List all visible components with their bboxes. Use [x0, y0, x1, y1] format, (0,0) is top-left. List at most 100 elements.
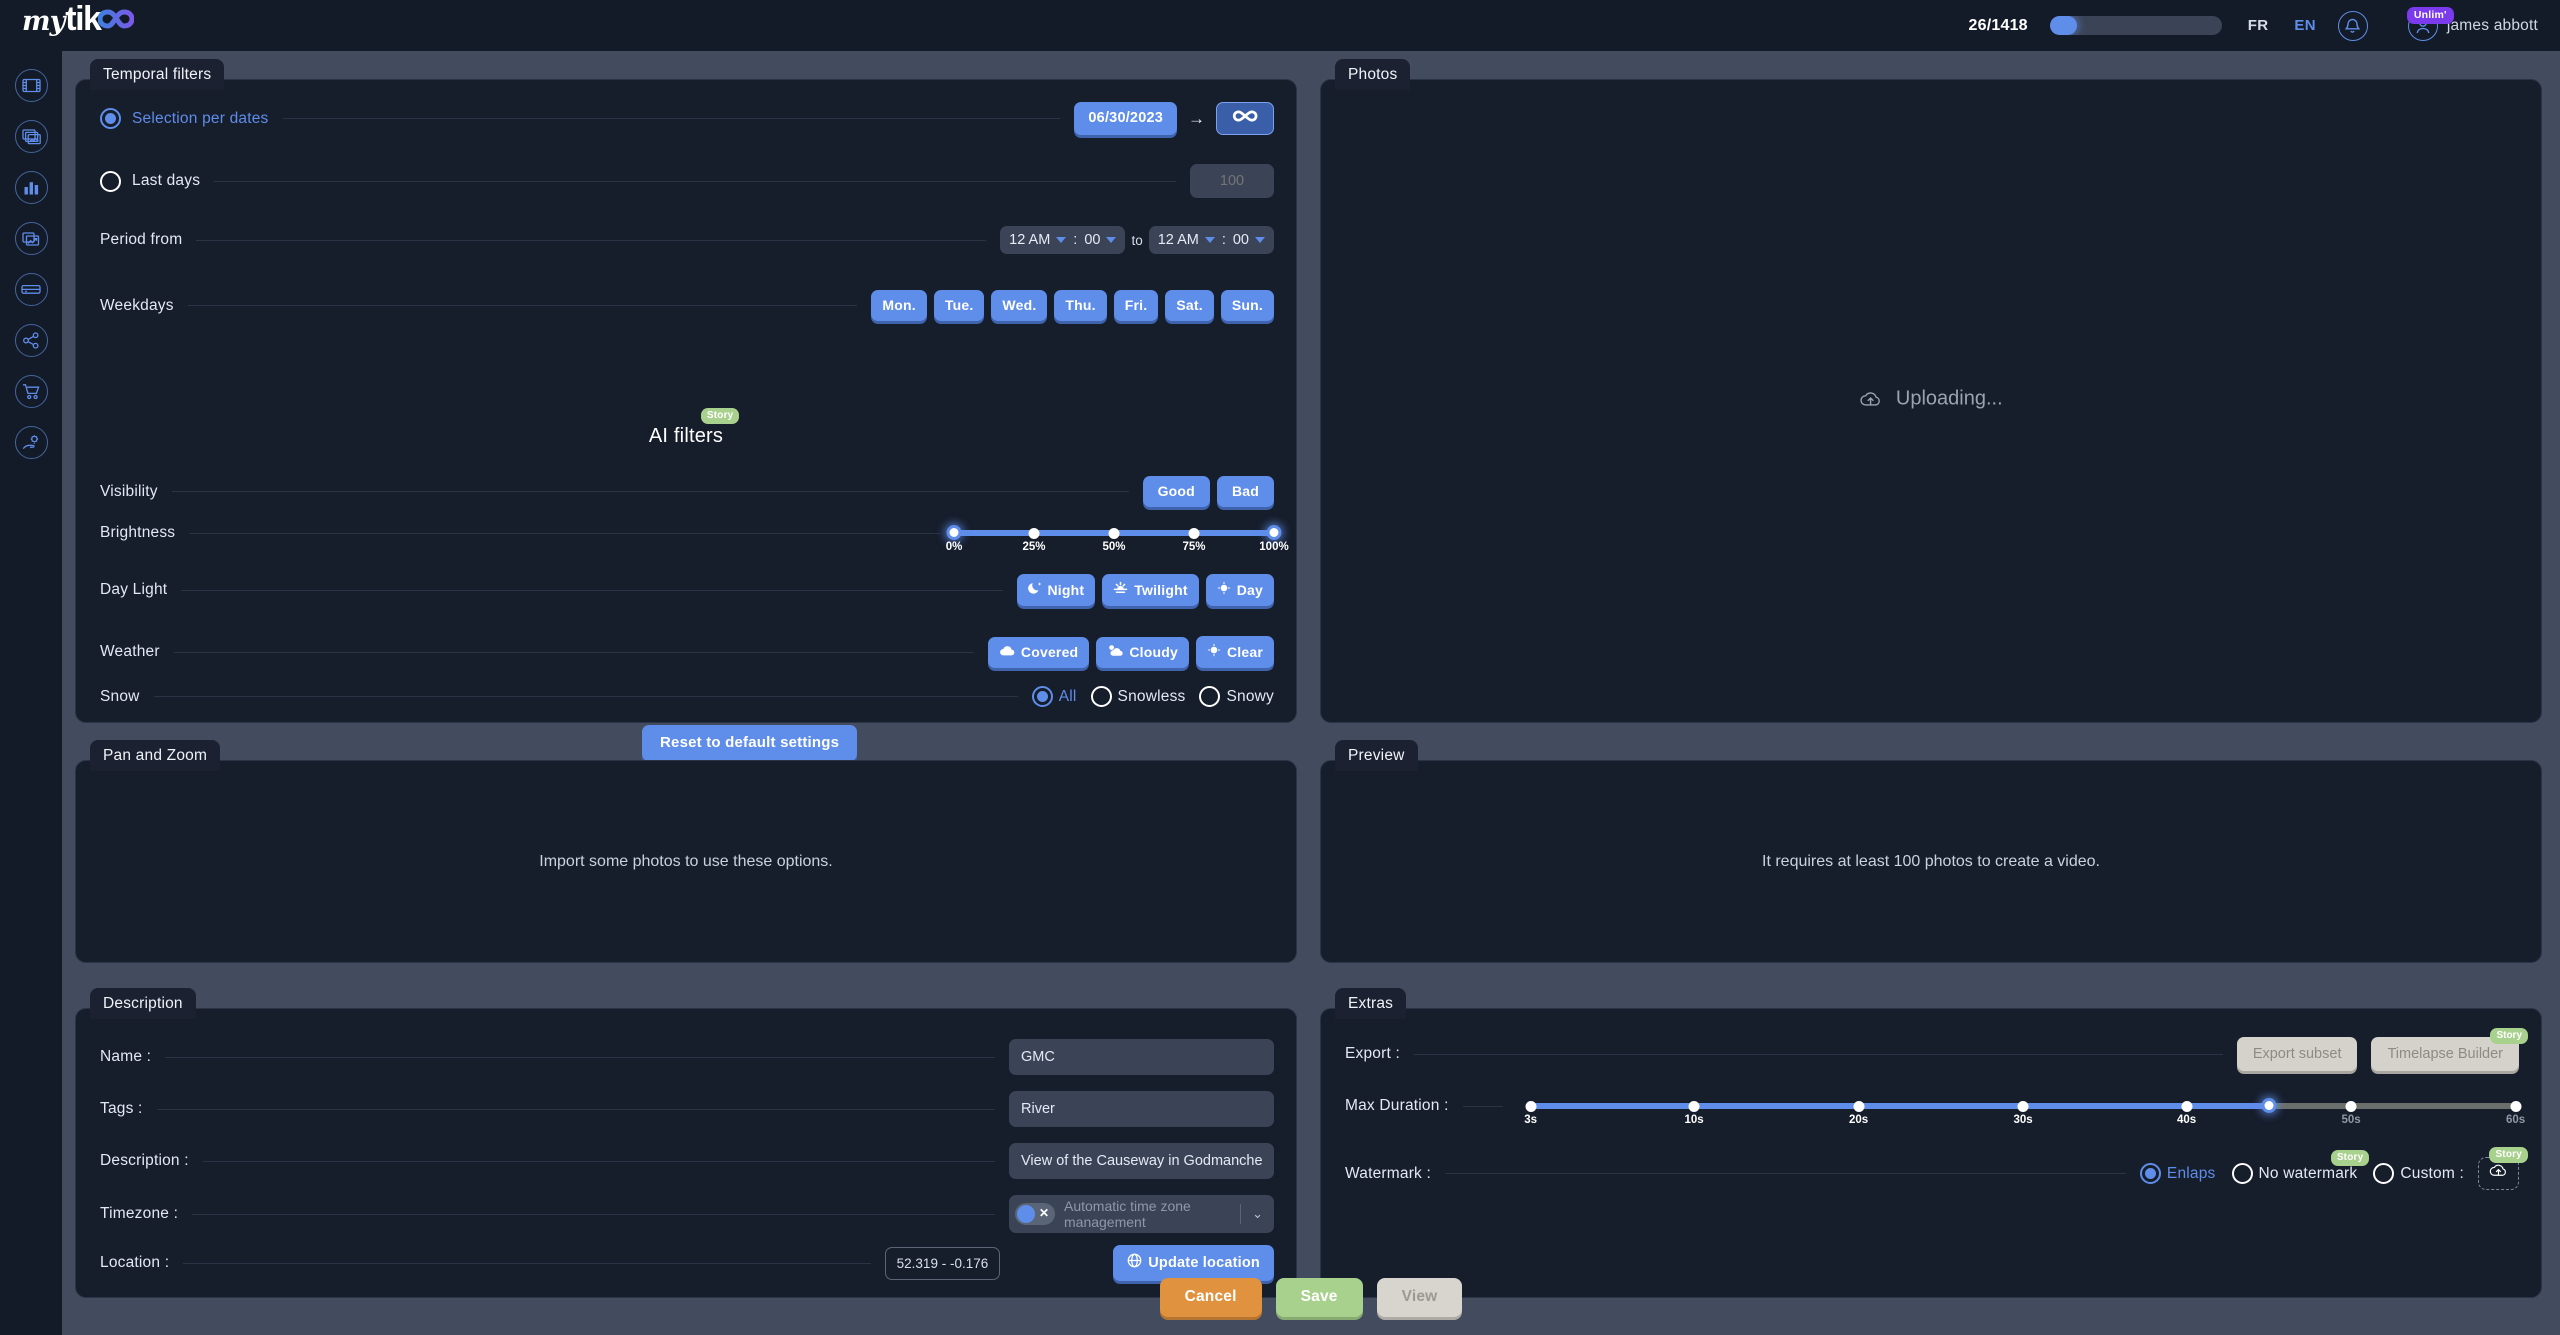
- notification-bell-icon[interactable]: [2337, 10, 2368, 41]
- watermark-radio-custom[interactable]: [2373, 1163, 2395, 1184]
- max-duration-tick-dot: [2017, 1100, 2029, 1112]
- brightness-handle-min[interactable]: [946, 525, 962, 540]
- app-logo[interactable]: my tik: [22, 0, 135, 51]
- date-end-infinity-button[interactable]: [1216, 102, 1274, 135]
- snow-row: Snow All Snowless Snowy: [100, 686, 1274, 707]
- brightness-slider[interactable]: 0% 25% 50% 75% 100%: [946, 525, 1289, 553]
- time-colon: :: [1073, 232, 1078, 248]
- name-input[interactable]: [1009, 1039, 1274, 1075]
- timezone-placeholder: Automatic time zone management: [1064, 1198, 1191, 1230]
- row-divider: [173, 651, 974, 653]
- max-duration-handle[interactable]: [2261, 1098, 2277, 1113]
- chevron-down-icon[interactable]: [1255, 237, 1265, 243]
- weather-row: Weather Covered Cloudy Clear: [100, 636, 1274, 668]
- sidebar-item-devices[interactable]: [14, 273, 48, 306]
- hand-gear-icon: [22, 434, 41, 451]
- sidebar-item-statistics[interactable]: [14, 171, 48, 204]
- bottom-action-bar: Cancel Save View: [62, 1278, 2560, 1317]
- weekday-button-mon[interactable]: Mon.: [871, 290, 927, 321]
- sidebar-item-services[interactable]: [14, 426, 48, 459]
- preview-message: It requires at least 100 photos to creat…: [1762, 852, 2100, 870]
- sidebar-item-timelapse[interactable]: [14, 69, 48, 102]
- sidebar-item-share[interactable]: [14, 324, 48, 357]
- timezone-auto-toggle[interactable]: ✕: [1015, 1203, 1055, 1225]
- watermark-upload-button[interactable]: Story: [2478, 1147, 2528, 1190]
- last-days-input[interactable]: [1190, 164, 1274, 198]
- chevron-down-icon[interactable]: [1056, 237, 1067, 243]
- weekday-button-thu[interactable]: Thu.: [1054, 290, 1107, 321]
- watermark-radio-enlaps[interactable]: [2139, 1163, 2161, 1184]
- description-field-label: Description :: [100, 1152, 189, 1169]
- cancel-button[interactable]: Cancel: [1159, 1278, 1262, 1317]
- period-end-time[interactable]: 12 AM : 00: [1148, 226, 1274, 254]
- weather-button-covered[interactable]: Covered: [987, 636, 1090, 668]
- date-start-button[interactable]: 06/30/2023: [1074, 102, 1177, 135]
- row-divider: [189, 532, 940, 534]
- max-duration-tick-label-60s: 60s: [2506, 1114, 2526, 1126]
- sidebar-item-reports[interactable]: [14, 222, 48, 255]
- timelapse-builder-button[interactable]: Timelapse Builder Story: [2371, 1028, 2528, 1071]
- lang-en-button[interactable]: EN: [2294, 17, 2315, 34]
- sidebar-item-albums[interactable]: [14, 120, 48, 153]
- location-coords[interactable]: 52.319 - -0.176: [884, 1246, 1001, 1280]
- max-duration-tick-dot: [1853, 1100, 1865, 1112]
- weekday-button-sat[interactable]: Sat.: [1165, 290, 1214, 321]
- max-duration-tick-label-40s: 40s: [2177, 1114, 2197, 1126]
- brightness-handle-max[interactable]: [1266, 525, 1282, 540]
- timezone-select[interactable]: ✕ Automatic time zone management ⌄: [1009, 1195, 1274, 1233]
- pan-and-zoom-message: Import some photos to use these options.: [539, 852, 833, 870]
- view-button[interactable]: View: [1376, 1278, 1463, 1317]
- max-duration-slider[interactable]: 3s 10s 20s 30s 40s 50s 60s: [1524, 1098, 2525, 1126]
- period-end-minute: 00: [1232, 232, 1249, 248]
- user-menu[interactable]: Unlim' james abbott: [2386, 6, 2538, 41]
- weather-button-clear[interactable]: Clear: [1195, 636, 1274, 668]
- brightness-tick-label-0: 0%: [945, 541, 963, 553]
- period-start-time[interactable]: 12 AM : 00: [1000, 226, 1126, 254]
- lang-fr-button[interactable]: FR: [2248, 17, 2269, 34]
- sidebar-item-store[interactable]: [14, 375, 48, 408]
- header-right-cluster: 26/1418 FR EN Unlim' james abbott: [1969, 0, 2538, 51]
- snow-radio-all[interactable]: [1031, 686, 1053, 707]
- weather-options: Covered Cloudy Clear: [987, 636, 1274, 668]
- max-duration-track-fill: [1530, 1103, 2270, 1109]
- location-controls: 52.319 - -0.176 Update location: [884, 1245, 1274, 1281]
- name-field-label: Name :: [100, 1048, 152, 1065]
- weekday-button-sun[interactable]: Sun.: [1220, 290, 1274, 321]
- snow-radio-snowless[interactable]: [1090, 686, 1112, 707]
- export-subset-button[interactable]: Export subset: [2236, 1037, 2358, 1071]
- chevron-down-icon[interactable]: [1106, 237, 1117, 243]
- day-light-label-night: Night: [1047, 581, 1085, 598]
- day-light-button-day[interactable]: Day: [1205, 574, 1274, 606]
- save-button[interactable]: Save: [1275, 1278, 1363, 1317]
- quota-progress-bar: [2049, 16, 2222, 35]
- update-location-button[interactable]: Update location: [1113, 1245, 1274, 1281]
- snow-options: All Snowless Snowy: [1031, 686, 1274, 707]
- weekday-button-fri[interactable]: Fri.: [1113, 290, 1159, 321]
- weather-label-clear: Clear: [1226, 643, 1263, 660]
- snow-radio-snowy[interactable]: [1199, 686, 1221, 707]
- day-light-button-twilight[interactable]: Twilight: [1102, 574, 1199, 606]
- selection-per-dates-radio[interactable]: [100, 108, 121, 129]
- visibility-button-bad[interactable]: Bad: [1216, 476, 1274, 507]
- watermark-radio-no-watermark[interactable]: [2231, 1163, 2253, 1184]
- chevron-down-icon[interactable]: ⌄: [1241, 1206, 1274, 1222]
- weather-button-cloudy[interactable]: Cloudy: [1096, 636, 1189, 668]
- day-light-button-night[interactable]: Night: [1016, 574, 1096, 606]
- weekday-button-wed[interactable]: Wed.: [991, 290, 1048, 321]
- brightness-tick-dot: [1188, 527, 1200, 539]
- reset-to-default-button[interactable]: Reset to default settings: [642, 725, 858, 761]
- date-range-controls: 06/30/2023 →: [1074, 102, 1274, 135]
- workspace: Temporal filters Selection per dates 06/…: [62, 51, 2560, 1335]
- no-watermark-story-badge: Story: [2330, 1149, 2370, 1166]
- last-days-radio[interactable]: [100, 170, 121, 192]
- tags-input[interactable]: [1009, 1091, 1274, 1127]
- chevron-down-icon[interactable]: [1204, 237, 1215, 243]
- description-input[interactable]: [1009, 1143, 1274, 1179]
- brightness-row: Brightness 0% 25% 50% 75% 100%: [100, 524, 1289, 553]
- stacked-photos-icon: [21, 128, 41, 145]
- visibility-button-good[interactable]: Good: [1142, 476, 1210, 507]
- extras-tab: Extras: [1335, 988, 1407, 1019]
- weekday-button-tue[interactable]: Tue.: [933, 290, 985, 321]
- timezone-field-label: Timezone :: [100, 1205, 179, 1222]
- brightness-tick-label-100: 100%: [1259, 541, 1289, 553]
